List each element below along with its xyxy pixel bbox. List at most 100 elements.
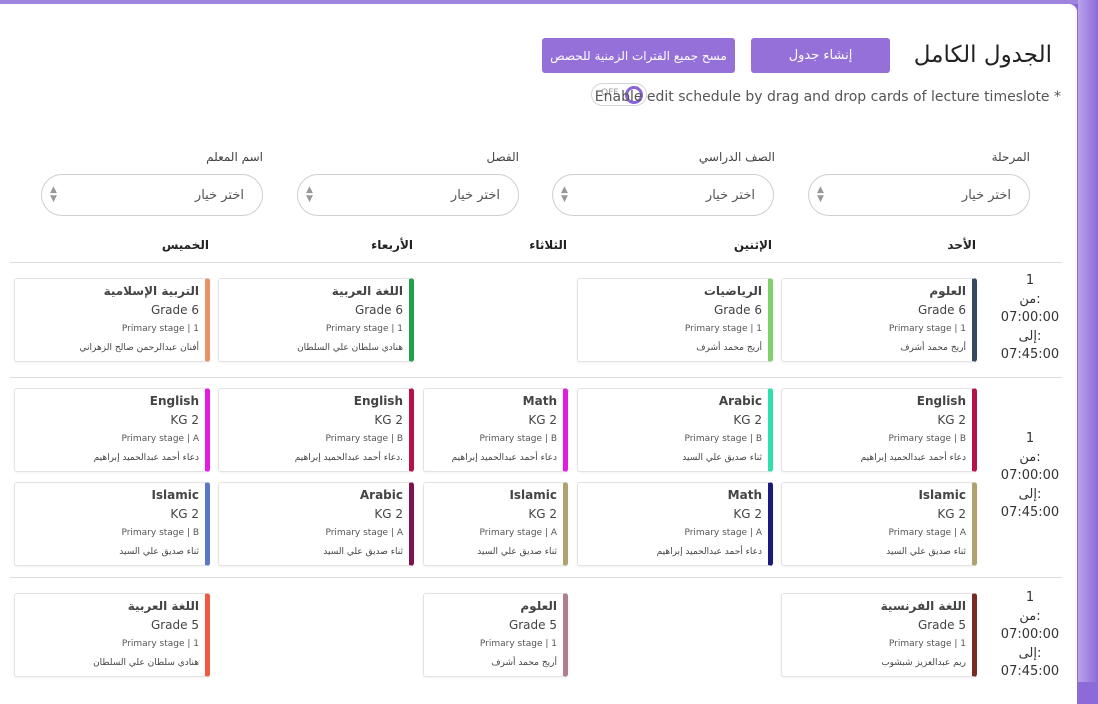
card-subject: اللغة الفرنسية: [880, 599, 966, 613]
lecture-card[interactable]: اللغة العربية Grade 5 Primary stage | 1 …: [14, 593, 210, 677]
card-subject: Math: [727, 488, 762, 502]
card-grade: KG 2: [733, 413, 762, 427]
card-stage: Primary stage | A: [479, 528, 557, 538]
card-grade: Grade 6: [917, 303, 966, 317]
select-arrows-icon: ▲ ▼: [50, 185, 57, 204]
lecture-card[interactable]: Islamic KG 2 Primary stage | A ثناء صديق…: [423, 482, 568, 566]
schedule-panel: الجدول الكامل إنشاء جدول مسح جميع الفترا…: [0, 4, 1077, 704]
period-number: 1: [1025, 273, 1035, 288]
card-teacher: هنادي سلطان علي السلطان: [297, 343, 403, 353]
lecture-card[interactable]: اللغة العربية Grade 6 Primary stage | 1 …: [218, 278, 414, 362]
lecture-card[interactable]: العلوم Grade 6 Primary stage | 1 أريج مح…: [781, 278, 977, 362]
row-divider: [10, 377, 1062, 378]
teacher-select[interactable]: ▲ ▼ اختر خيار: [41, 174, 263, 216]
lecture-card[interactable]: Math KG 2 Primary stage | A دعاء أحمد عب…: [577, 482, 773, 566]
lecture-card[interactable]: اللغة الفرنسية Grade 5 Primary stage | 1…: [781, 593, 977, 677]
period-to-label: إلى:: [1018, 328, 1042, 344]
card-subject: الرياضيات: [703, 284, 762, 298]
period-to-label: إلى:: [1018, 486, 1042, 502]
card-teacher: دعاء أحمد عبدالحميد إبراهيم: [451, 453, 557, 463]
period-number: 1: [1025, 431, 1035, 446]
card-stage: Primary stage | A: [888, 528, 966, 538]
card-subject: اللغة العربية: [331, 284, 403, 298]
card-subject: Islamic: [918, 488, 966, 502]
select-arrows-icon: ▲ ▼: [306, 185, 313, 204]
day-header-monday: الإثنين: [733, 238, 772, 252]
period-from-label: من:: [1019, 449, 1041, 465]
lecture-card[interactable]: Islamic KG 2 Primary stage | A ثناء صديق…: [781, 482, 977, 566]
card-stage: Primary stage | A: [684, 528, 762, 538]
lecture-card[interactable]: English KG 2 Primary stage | B دعاء أحمد…: [218, 388, 414, 472]
card-subject: Arabic: [359, 488, 403, 502]
card-grade: Grade 5: [917, 618, 966, 632]
lecture-card[interactable]: الرياضيات Grade 6 Primary stage | 1 أريج…: [577, 278, 773, 362]
card-grade: Grade 5: [150, 618, 199, 632]
card-stage: Primary stage | 1: [479, 639, 557, 649]
card-teacher: أريج محمد أشرف: [696, 343, 762, 353]
card-grade: KG 2: [528, 413, 557, 427]
card-grade: KG 2: [374, 413, 403, 427]
lecture-card[interactable]: English KG 2 Primary stage | B دعاء أحمد…: [781, 388, 977, 472]
day-header-wednesday: الأربعاء: [371, 238, 413, 252]
create-schedule-button[interactable]: إنشاء جدول: [751, 38, 890, 73]
row-divider: [10, 262, 1062, 263]
card-stage: Primary stage | 1: [888, 324, 966, 334]
period-to-time: 07:45:00: [1000, 347, 1060, 362]
card-grade: KG 2: [937, 413, 966, 427]
lecture-card[interactable]: التربية الإسلامية Grade 6 Primary stage …: [14, 278, 210, 362]
lecture-card[interactable]: Math KG 2 Primary stage | B دعاء أحمد عب…: [423, 388, 568, 472]
select-arrows-icon: ▲ ▼: [561, 185, 568, 204]
day-header-sunday: الأحد: [947, 238, 976, 252]
card-teacher: ثناء صديق علي السيد: [477, 547, 557, 557]
card-teacher: ثناء صديق علي السيد: [323, 547, 403, 557]
card-grade: Grade 5: [508, 618, 557, 632]
card-grade: KG 2: [170, 507, 199, 521]
select-placeholder: اختر خيار: [450, 188, 500, 203]
period-to-time: 07:45:00: [1000, 664, 1060, 679]
card-subject: Arabic: [718, 394, 762, 408]
clear-timeslots-button[interactable]: مسح جميع الفترات الزمنية للحصص: [542, 38, 735, 73]
card-teacher: أريج محمد أشرف: [491, 658, 557, 668]
lecture-card[interactable]: Arabic KG 2 Primary stage | B ثناء صديق …: [577, 388, 773, 472]
card-grade: KG 2: [733, 507, 762, 521]
filter-label-stage: المرحلة: [991, 150, 1030, 164]
class-select[interactable]: ▲ ▼ اختر خيار: [297, 174, 519, 216]
lecture-card[interactable]: Arabic KG 2 Primary stage | A ثناء صديق …: [218, 482, 414, 566]
card-subject: Islamic: [151, 488, 199, 502]
lecture-card[interactable]: العلوم Grade 5 Primary stage | 1 أريج مح…: [423, 593, 568, 677]
card-teacher: أريج محمد أشرف: [900, 343, 966, 353]
card-subject: التربية الإسلامية: [103, 284, 199, 298]
select-arrows-icon: ▲ ▼: [817, 185, 824, 204]
day-header-tuesday: الثلاثاء: [529, 238, 567, 252]
card-stage: Primary stage | B: [325, 434, 403, 444]
card-subject: English: [353, 394, 403, 408]
card-teacher: ثناء صديق علي السيد: [682, 453, 762, 463]
grade-select[interactable]: ▲ ▼ اختر خيار: [552, 174, 774, 216]
period-from-time: 07:00:00: [1000, 627, 1060, 642]
row-divider: [10, 577, 1062, 578]
card-teacher: ثناء صديق علي السيد: [119, 547, 199, 557]
card-subject: العلوم: [929, 284, 966, 298]
period-label: 1 من: 07:00:00 إلى: 07:45:00: [1000, 272, 1060, 365]
lecture-card[interactable]: Islamic KG 2 Primary stage | B ثناء صديق…: [14, 482, 210, 566]
card-stage: Primary stage | B: [479, 434, 557, 444]
card-stage: Primary stage | B: [684, 434, 762, 444]
right-accent-bar: [1078, 0, 1098, 682]
card-subject: اللغة العربية: [127, 599, 199, 613]
card-grade: Grade 6: [150, 303, 199, 317]
period-to-label: إلى:: [1018, 645, 1042, 661]
page-title: الجدول الكامل: [913, 42, 1052, 68]
card-teacher: أفنان عبدالرحمن صالح الزهراني: [79, 343, 199, 353]
lecture-card[interactable]: English KG 2 Primary stage | A دعاء أحمد…: [14, 388, 210, 472]
card-stage: Primary stage | B: [888, 434, 966, 444]
stage-select[interactable]: ▲ ▼ اختر خيار: [808, 174, 1030, 216]
select-placeholder: اختر خيار: [194, 188, 244, 203]
card-teacher: دعاء أحمد عبدالحميد إبراهيم: [656, 547, 762, 557]
toggle-hint: Enable edit schedule by drag and drop ca…: [594, 89, 1061, 105]
card-teacher: دعاء أحمد عبدالحميد إبراهيم: [860, 453, 966, 463]
select-placeholder: اختر خيار: [961, 188, 1011, 203]
card-grade: KG 2: [374, 507, 403, 521]
select-placeholder: اختر خيار: [705, 188, 755, 203]
card-subject: English: [149, 394, 199, 408]
period-to-time: 07:45:00: [1000, 505, 1060, 520]
